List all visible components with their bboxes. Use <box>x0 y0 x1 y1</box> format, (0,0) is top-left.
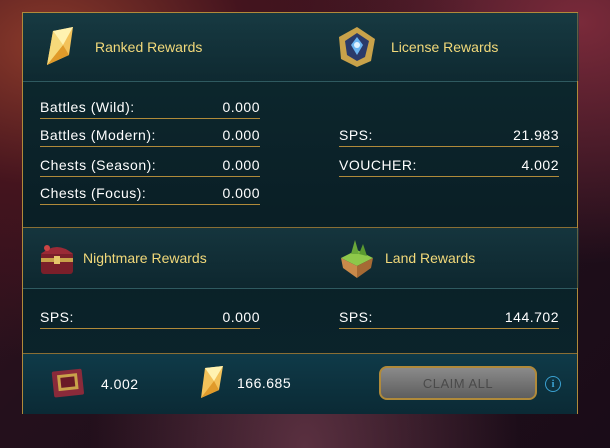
row-label: VOUCHER: <box>339 156 417 173</box>
row-value: 0.000 <box>222 98 260 115</box>
nightmare-chest-icon <box>35 236 79 280</box>
rewards-footer: 4.002 166.685 CLAIM ALL i <box>23 353 577 414</box>
license-rewards-header: License Rewards <box>323 13 579 81</box>
row-label: Chests (Season): <box>40 156 157 173</box>
ranked-row-chests-season: Chests (Season): 0.000 <box>40 153 260 177</box>
row-value: 144.702 <box>504 308 559 325</box>
ranked-rewards-title: Ranked Rewards <box>95 39 203 55</box>
row-label: Battles (Wild): <box>40 98 135 115</box>
nightmare-rewards-title: Nightmare Rewards <box>83 250 207 266</box>
sps-total-value: 166.685 <box>237 375 292 391</box>
license-gem-icon <box>335 25 379 69</box>
row-value: 0.000 <box>222 184 260 201</box>
row-label: SPS: <box>40 308 74 325</box>
land-island-icon <box>335 236 379 280</box>
row-value: 0.000 <box>222 156 260 173</box>
sps-total: 166.685 <box>195 364 291 402</box>
header-divider <box>23 81 577 82</box>
row-label: SPS: <box>339 126 373 143</box>
ranked-rewards-header: Ranked Rewards <box>23 13 323 81</box>
claim-all-button[interactable]: CLAIM ALL <box>379 366 537 400</box>
license-row-sps: SPS: 21.983 <box>339 123 559 147</box>
ranked-row-battles-modern: Battles (Modern): 0.000 <box>40 123 260 147</box>
ranked-crystal-icon <box>39 25 83 69</box>
sps-crystal-icon <box>195 364 229 402</box>
row-value: 4.002 <box>521 156 559 173</box>
license-row-voucher: VOUCHER: 4.002 <box>339 153 559 177</box>
lower-header-divider <box>23 288 577 289</box>
nightmare-row-sps: SPS: 0.000 <box>40 305 260 329</box>
row-label: Chests (Focus): <box>40 184 147 201</box>
info-icon[interactable]: i <box>545 376 561 392</box>
nightmare-rewards-header: Nightmare Rewards <box>23 228 323 288</box>
row-value: 21.983 <box>513 126 559 143</box>
voucher-total: 4.002 <box>49 366 139 402</box>
ranked-row-chests-focus: Chests (Focus): 0.000 <box>40 181 260 205</box>
voucher-book-icon <box>49 366 89 402</box>
land-rewards-title: Land Rewards <box>385 250 476 266</box>
row-value: 0.000 <box>222 126 260 143</box>
license-rewards-title: License Rewards <box>391 39 499 55</box>
land-row-sps: SPS: 144.702 <box>339 305 559 329</box>
voucher-total-value: 4.002 <box>101 376 139 392</box>
row-label: Battles (Modern): <box>40 126 156 143</box>
row-label: SPS: <box>339 308 373 325</box>
rewards-panel: Ranked Rewards License Rewards Battles (… <box>22 12 579 414</box>
row-value: 0.000 <box>222 308 260 325</box>
ranked-row-battles-wild: Battles (Wild): 0.000 <box>40 95 260 119</box>
land-rewards-header: Land Rewards <box>323 228 579 288</box>
